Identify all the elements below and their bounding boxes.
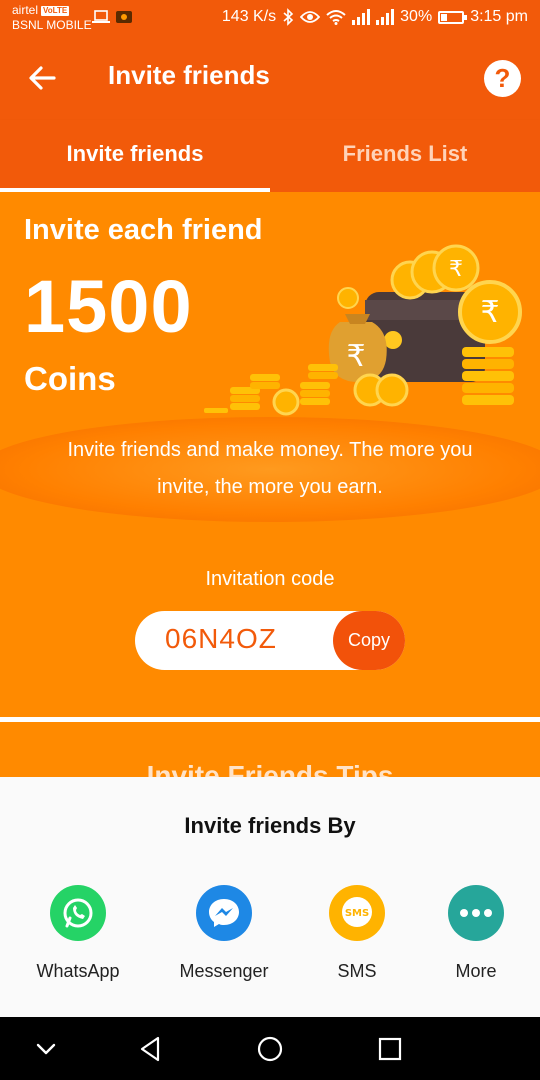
whatsapp-icon[interactable] <box>50 885 106 941</box>
nav-recents-icon[interactable] <box>374 1033 406 1065</box>
share-bottom-sheet: Invite friends By WhatsApp Messenger SMS… <box>0 777 540 1017</box>
share-sheet-title: Invite friends By <box>184 813 356 838</box>
chevron-down-icon[interactable] <box>30 1033 62 1065</box>
svg-text:₹: ₹ <box>449 257 463 282</box>
battery-icon <box>438 10 468 24</box>
share-option-whatsapp[interactable]: WhatsApp <box>8 885 148 982</box>
bluetooth-icon <box>283 8 294 26</box>
nav-back-icon[interactable] <box>134 1033 166 1065</box>
reward-amount: 1500 <box>24 265 193 348</box>
nav-home-icon[interactable] <box>254 1033 286 1065</box>
svg-text:₹: ₹ <box>480 295 499 330</box>
volte-badge: VoLTE <box>41 5 70 16</box>
laptop-icon <box>92 10 110 23</box>
clock: 3:15 pm <box>470 8 528 25</box>
more-icon[interactable] <box>448 885 504 941</box>
app-bar: Invite friends ? <box>0 36 540 120</box>
invitation-code-value: 06N4OZ <box>165 623 277 654</box>
system-nav-bar <box>0 1017 540 1080</box>
wifi-icon <box>326 10 346 25</box>
carrier-2-label: BSNL MOBILE <box>12 18 92 32</box>
signal-icon <box>352 9 371 25</box>
status-right: 143 K/s 30% 3:15 pm <box>222 8 528 26</box>
carrier-1-label: airtel <box>12 3 39 17</box>
invite-description: Invite friends and make money. The more … <box>67 439 473 498</box>
battery-percent: 30% <box>400 8 433 25</box>
messenger-icon[interactable] <box>196 885 252 941</box>
back-arrow-icon[interactable] <box>24 60 60 96</box>
page-title: Invite friends <box>108 60 270 90</box>
help-icon[interactable]: ? <box>484 60 521 97</box>
sms-icon[interactable]: SMS <box>329 885 385 941</box>
share-label: Messenger <box>179 961 269 981</box>
svg-text:SMS: SMS <box>345 908 369 919</box>
tab-label: Invite friends <box>66 141 204 166</box>
tips-section: Invite Friends Tips <box>0 722 540 782</box>
carrier-info: airtel VoLTE BSNL MOBILE <box>12 3 92 33</box>
tab-invite-friends[interactable]: Invite friends <box>0 120 270 192</box>
share-label: WhatsApp <box>36 961 120 981</box>
app-notification-icon <box>116 11 132 23</box>
reward-unit: Coins <box>24 360 116 397</box>
net-speed: 143 K/s <box>221 8 277 25</box>
share-label: More <box>455 961 497 981</box>
invitation-code-box: 06N4OZ Copy <box>135 611 405 670</box>
coins-wallet-illustration: ₹ ₹ ₹ <box>204 244 522 416</box>
tab-label: Friends List <box>342 141 468 166</box>
notification-icons <box>92 10 132 24</box>
invitation-code-label: Invitation code <box>205 568 335 590</box>
tab-bar: Invite friends Friends List <box>0 120 540 192</box>
share-option-more[interactable]: More <box>406 885 540 982</box>
invite-hero: Invite each friend 1500 Coins ₹ ₹ ₹ Invi… <box>0 192 540 717</box>
signal-icon-2 <box>376 9 395 25</box>
svg-text:₹: ₹ <box>346 339 365 374</box>
tab-friends-list[interactable]: Friends List <box>270 120 540 192</box>
eye-icon <box>300 11 321 23</box>
share-option-messenger[interactable]: Messenger <box>154 885 294 982</box>
copy-button[interactable]: Copy <box>333 611 405 670</box>
status-bar: airtel VoLTE BSNL MOBILE 143 K/s 30% 3:1… <box>0 0 540 36</box>
